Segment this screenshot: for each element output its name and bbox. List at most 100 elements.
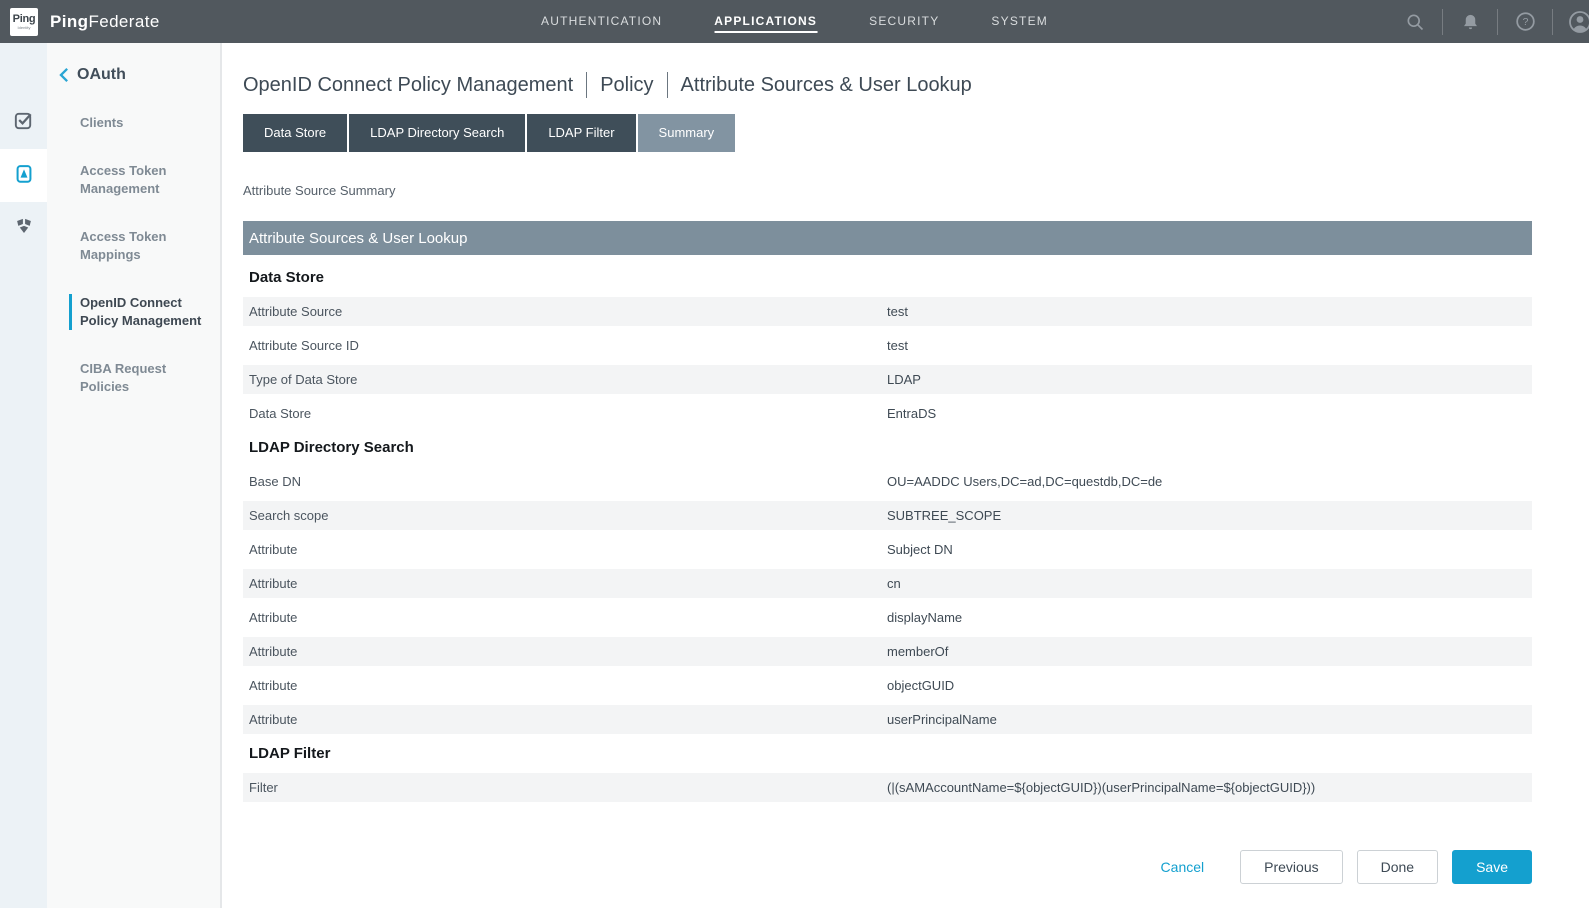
main-content: OpenID Connect Policy Management Policy At… [222,43,1589,908]
table-row: AttributeobjectGUID [243,671,1532,700]
row-label: Attribute [243,678,887,693]
row-label: Filter [243,780,887,795]
table-row: Attribute Sourcetest [243,297,1532,326]
nav-item-security[interactable]: SECURITY [869,10,939,33]
page-title: OpenID Connect Policy Management Policy At… [243,72,1532,98]
svg-text:?: ? [1522,16,1528,28]
wizard-tabs: Data StoreLDAP Directory SearchLDAP Filt… [243,114,1532,152]
table-row: Data StoreEntraDS [243,399,1532,428]
sidebar-item-openid-connect-policy-management[interactable]: OpenID Connect Policy Management [69,294,210,330]
table-row: Type of Data StoreLDAP [243,365,1532,394]
top-bar: Ping Identity PingFederate AUTHENTICATIO… [0,0,1589,43]
save-button[interactable]: Save [1452,850,1532,884]
row-label: Attribute Source [243,304,887,319]
done-button[interactable]: Done [1357,850,1438,884]
notifications-bell-icon[interactable] [1453,12,1487,32]
topbar-icon-group: ? [1398,0,1589,43]
account-user-icon[interactable] [1563,10,1589,34]
sidebar-back-oauth[interactable]: OAuth [47,43,220,84]
logo-subtext: Identity [18,26,31,30]
nav-item-authentication[interactable]: AUTHENTICATION [541,10,662,33]
divider [1497,9,1498,35]
row-value: (|(sAMAccountName=${objectGUID})(userPri… [887,780,1315,795]
page-title-segment: Policy [600,74,653,97]
table-row: Attribute Source IDtest [243,331,1532,360]
row-label: Attribute [243,644,887,659]
row-label: Attribute [243,610,887,625]
tab-ldap-directory-search[interactable]: LDAP Directory Search [349,114,525,152]
row-label: Attribute [243,712,887,727]
section-heading: Data Store [243,263,1532,292]
row-value: SUBTREE_SCOPE [887,508,1001,523]
table-row: Filter(|(sAMAccountName=${objectGUID})(u… [243,773,1532,802]
table-body: Data StoreAttribute SourcetestAttribute … [243,263,1532,802]
rail-item-clients-check[interactable] [0,96,47,149]
summary-caption: Attribute Source Summary [243,183,1532,198]
nav-item-system[interactable]: SYSTEM [991,10,1048,33]
table-row: Attributecn [243,569,1532,598]
table-row: Search scopeSUBTREE_SCOPE [243,501,1532,530]
nav-item-applications[interactable]: APPLICATIONS [714,10,817,33]
sidebar-item-clients[interactable]: Clients [69,114,210,132]
row-value: objectGUID [887,678,954,693]
product-name-rest: Federate [88,12,159,31]
table-row: AttributeSubject DN [243,535,1532,564]
page-title-segment: Attribute Sources & User Lookup [681,74,972,97]
sidebar-item-ciba-request-policies[interactable]: CIBA Request Policies [69,360,210,396]
brand: Ping Identity PingFederate [0,8,160,36]
row-value: LDAP [887,372,921,387]
tab-summary[interactable]: Summary [638,114,736,152]
row-label: Type of Data Store [243,372,887,387]
row-value: Subject DN [887,542,953,557]
main-navigation: AUTHENTICATION APPLICATIONS SECURITY SYSTEM [541,0,1048,43]
section-heading: LDAP Directory Search [243,433,1532,462]
title-separator [667,72,668,98]
section-heading: LDAP Filter [243,739,1532,768]
footer-actions: Cancel Previous Done Save [1161,850,1532,884]
tab-ldap-filter[interactable]: LDAP Filter [527,114,635,152]
row-label: Base DN [243,474,887,489]
product-name-bold: Ping [50,12,88,31]
summary-table: Attribute Sources & User Lookup Data Sto… [243,221,1532,802]
clients-check-icon [12,109,35,137]
row-value: test [887,338,908,353]
previous-button[interactable]: Previous [1240,850,1342,884]
row-value: EntraDS [887,406,936,421]
logo-text: Ping [13,14,36,25]
row-label: Data Store [243,406,887,421]
search-icon[interactable] [1398,12,1432,32]
rail-item-access-token[interactable] [0,149,47,202]
row-value: test [887,304,908,319]
tab-data-store[interactable]: Data Store [243,114,347,152]
row-label: Attribute [243,576,887,591]
token-mappings-icon [13,215,35,242]
row-value: userPrincipalName [887,712,997,727]
table-header: Attribute Sources & User Lookup [243,221,1532,255]
table-row: AttributedisplayName [243,603,1532,632]
sidebar-item-access-token-mappings[interactable]: Access Token Mappings [69,228,210,264]
row-label: Attribute [243,542,887,557]
help-icon[interactable]: ? [1508,11,1542,32]
sidebar-item-access-token-management[interactable]: Access Token Management [69,162,210,198]
row-value: memberOf [887,644,948,659]
row-value: cn [887,576,901,591]
rail-item-token-mappings[interactable] [0,202,47,255]
table-row: AttributeuserPrincipalName [243,705,1532,734]
table-row: AttributememberOf [243,637,1532,666]
sidebar-section-title: OAuth [77,66,126,84]
page-title-segment: OpenID Connect Policy Management [243,74,573,97]
chevron-left-icon [59,67,70,83]
icon-rail [0,43,47,908]
access-token-icon [13,162,35,190]
row-value: OU=AADDC Users,DC=ad,DC=questdb,DC=de [887,474,1162,489]
sidebar: OAuth Clients Access Token Management Acce… [47,43,222,908]
title-separator [586,72,587,98]
product-name: PingFederate [50,12,160,32]
row-label: Attribute Source ID [243,338,887,353]
sidebar-items: Clients Access Token Management Access Tok… [47,114,220,396]
table-row: Base DNOU=AADDC Users,DC=ad,DC=questdb,D… [243,467,1532,496]
row-value: displayName [887,610,962,625]
divider [1442,9,1443,35]
cancel-button[interactable]: Cancel [1161,859,1205,875]
divider [1552,9,1553,35]
